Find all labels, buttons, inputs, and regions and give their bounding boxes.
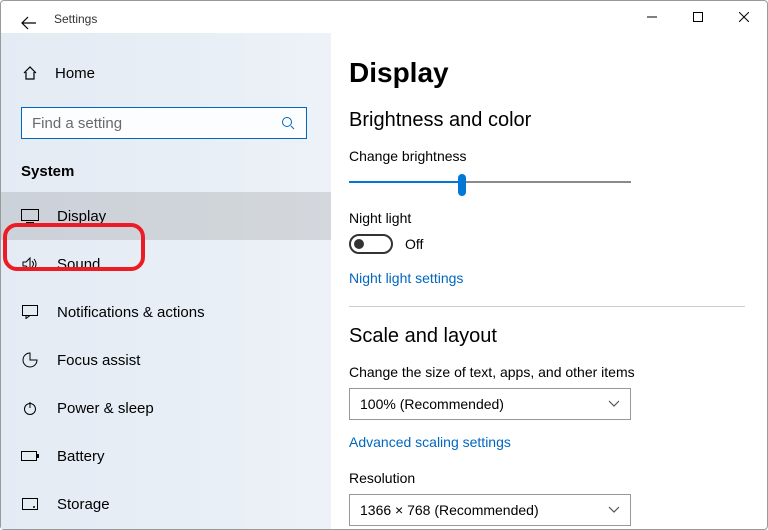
- notification-icon: [21, 305, 39, 319]
- sidebar-item-label: Notifications & actions: [57, 304, 205, 321]
- display-icon: [21, 209, 39, 223]
- sidebar-item-label: Storage: [57, 496, 110, 513]
- advanced-scaling-link[interactable]: Advanced scaling settings: [349, 434, 745, 450]
- night-light-settings-link[interactable]: Night light settings: [349, 270, 745, 286]
- sidebar-item-label: Sound: [57, 256, 100, 273]
- scale-select[interactable]: 100% (Recommended): [349, 388, 631, 420]
- sidebar-item-label: Display: [57, 208, 106, 225]
- chevron-down-icon: [608, 503, 620, 517]
- sidebar-category: System: [21, 163, 331, 180]
- sidebar-item-power-sleep[interactable]: Power & sleep: [1, 384, 331, 432]
- slider-fill: [349, 181, 462, 183]
- sidebar-nav: Display Sound Notifications & actions: [1, 192, 331, 528]
- main-panel: Display Brightness and color Change brig…: [331, 33, 767, 529]
- search-input[interactable]: [32, 115, 280, 132]
- resolution-select[interactable]: 1366 × 768 (Recommended): [349, 494, 631, 526]
- scale-select-value: 100% (Recommended): [360, 396, 504, 412]
- search-icon: [280, 116, 296, 130]
- slider-thumb[interactable]: [458, 174, 466, 196]
- sidebar-item-sound[interactable]: Sound: [1, 240, 331, 288]
- section-divider: [349, 306, 745, 307]
- home-icon: [21, 65, 39, 81]
- focus-assist-icon: [21, 352, 39, 368]
- sidebar-item-display[interactable]: Display: [1, 192, 331, 240]
- toggle-knob: [354, 239, 364, 249]
- night-light-state: Off: [405, 236, 423, 252]
- sidebar-home-label: Home: [55, 65, 95, 82]
- sidebar-item-focus-assist[interactable]: Focus assist: [1, 336, 331, 384]
- battery-icon: [21, 451, 39, 461]
- sidebar-item-storage[interactable]: Storage: [1, 480, 331, 528]
- maximize-button[interactable]: [675, 2, 721, 32]
- chevron-down-icon: [608, 397, 620, 411]
- titlebar: Settings: [1, 1, 767, 33]
- sidebar-item-label: Battery: [57, 448, 105, 465]
- night-light-label: Night light: [349, 210, 745, 226]
- section-scale-heading: Scale and layout: [349, 325, 745, 348]
- sidebar-item-battery[interactable]: Battery: [1, 432, 331, 480]
- resolution-select-value: 1366 × 768 (Recommended): [360, 502, 539, 518]
- page-title: Display: [349, 57, 745, 89]
- night-light-toggle[interactable]: [349, 234, 393, 254]
- sidebar-home[interactable]: Home: [1, 53, 331, 93]
- search-box[interactable]: [21, 107, 307, 139]
- minimize-button[interactable]: [629, 2, 675, 32]
- app-title: Settings: [54, 12, 97, 26]
- section-brightness-heading: Brightness and color: [349, 109, 745, 132]
- back-button[interactable]: [18, 12, 40, 34]
- resolution-select-label: Resolution: [349, 470, 745, 486]
- minimize-icon: [647, 12, 657, 22]
- scale-select-label: Change the size of text, apps, and other…: [349, 364, 745, 380]
- sidebar-item-label: Power & sleep: [57, 400, 154, 417]
- storage-icon: [21, 498, 39, 510]
- sidebar: Home System Display: [1, 33, 331, 529]
- brightness-slider[interactable]: [349, 172, 631, 192]
- close-icon: [739, 12, 749, 22]
- close-button[interactable]: [721, 2, 767, 32]
- sidebar-item-notifications[interactable]: Notifications & actions: [1, 288, 331, 336]
- power-icon: [21, 400, 39, 416]
- brightness-slider-label: Change brightness: [349, 148, 745, 164]
- maximize-icon: [693, 12, 703, 22]
- settings-window: Settings Home: [0, 0, 768, 530]
- sidebar-item-label: Focus assist: [57, 352, 140, 369]
- arrow-left-icon: [21, 15, 37, 31]
- sound-icon: [21, 257, 39, 271]
- window-controls: [629, 2, 767, 32]
